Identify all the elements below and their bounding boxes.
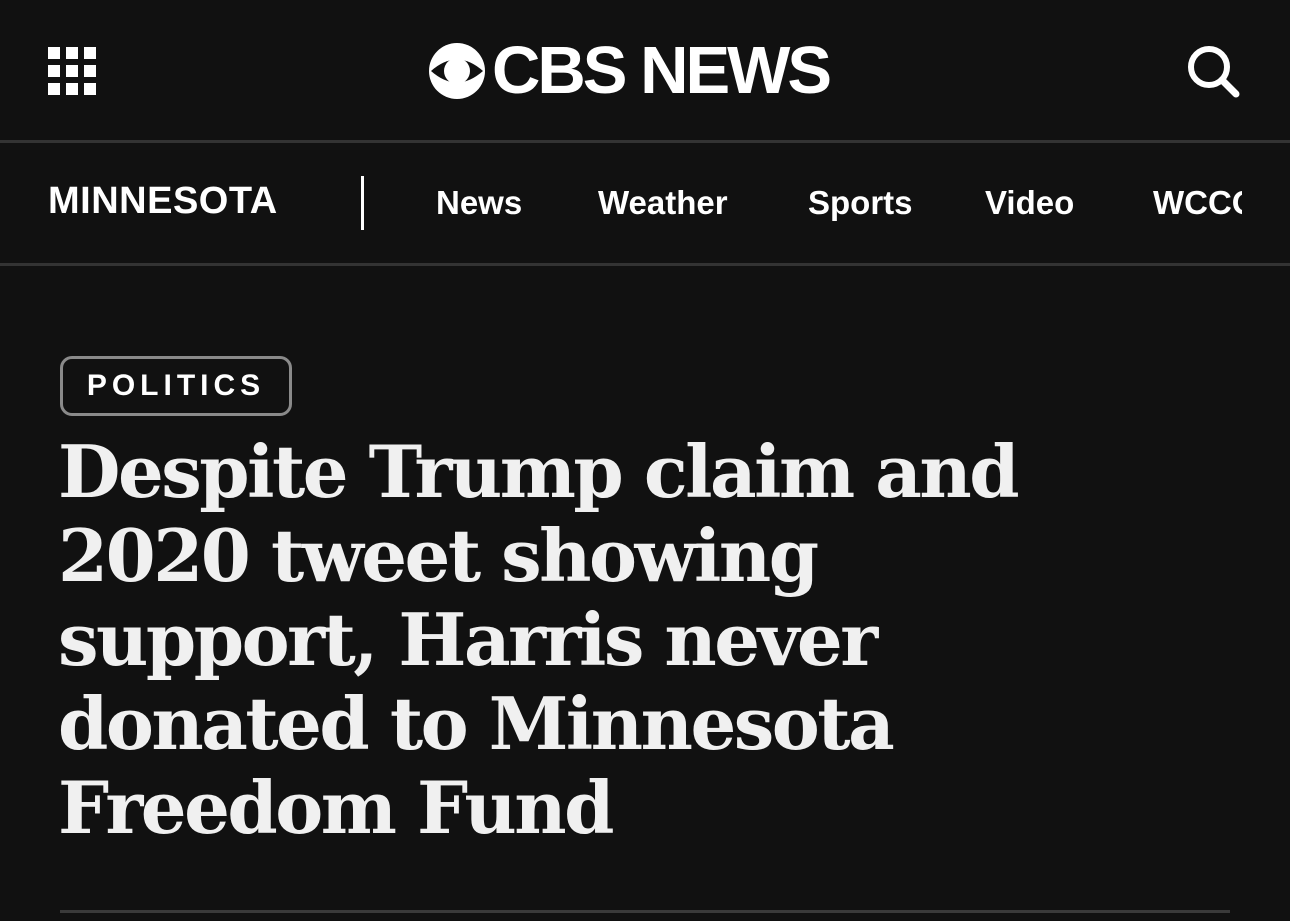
- grid-menu-icon[interactable]: [48, 47, 96, 95]
- search-icon[interactable]: [1184, 42, 1242, 100]
- nav-link-news[interactable]: News: [436, 183, 522, 223]
- nav-links-container: MINNESOTA News Weather Sports Video WCCO: [0, 143, 1242, 263]
- grid-dot: [48, 83, 60, 95]
- nav-link-sports[interactable]: Sports: [808, 183, 913, 223]
- headline-line: donated to Minnesota: [58, 681, 895, 766]
- category-tag-politics[interactable]: POLITICS: [60, 356, 292, 416]
- top-bar: CBS NEWS: [0, 0, 1290, 143]
- cbs-eye-icon: [429, 43, 485, 99]
- headline-line: Freedom Fund: [58, 765, 614, 850]
- cbs-news-logo[interactable]: CBS NEWS: [428, 33, 832, 108]
- article-headline: Despite Trump claim and 2020 tweet showi…: [58, 430, 1058, 850]
- grid-dot: [48, 47, 60, 59]
- nav-divider: [361, 176, 364, 230]
- headline-line: 2020 tweet showing: [58, 513, 819, 598]
- grid-dot: [66, 83, 78, 95]
- grid-dot: [84, 65, 96, 77]
- headline-line: Despite Trump claim and: [58, 429, 1020, 514]
- article-divider: [60, 910, 1230, 913]
- grid-dot: [84, 47, 96, 59]
- logo-wordmark: CBS NEWS: [492, 33, 832, 108]
- nav-link-wcco[interactable]: WCCO: [1153, 183, 1242, 223]
- nav-link-weather[interactable]: Weather: [598, 183, 728, 223]
- grid-dot: [66, 47, 78, 59]
- headline-line: support, Harris never: [58, 597, 878, 682]
- local-nav: MINNESOTA News Weather Sports Video WCCO: [0, 143, 1290, 266]
- grid-dot: [48, 65, 60, 77]
- nav-link-video[interactable]: Video: [985, 183, 1074, 223]
- section-name-link[interactable]: MINNESOTA: [48, 179, 278, 223]
- grid-dot: [84, 83, 96, 95]
- grid-dot: [66, 65, 78, 77]
